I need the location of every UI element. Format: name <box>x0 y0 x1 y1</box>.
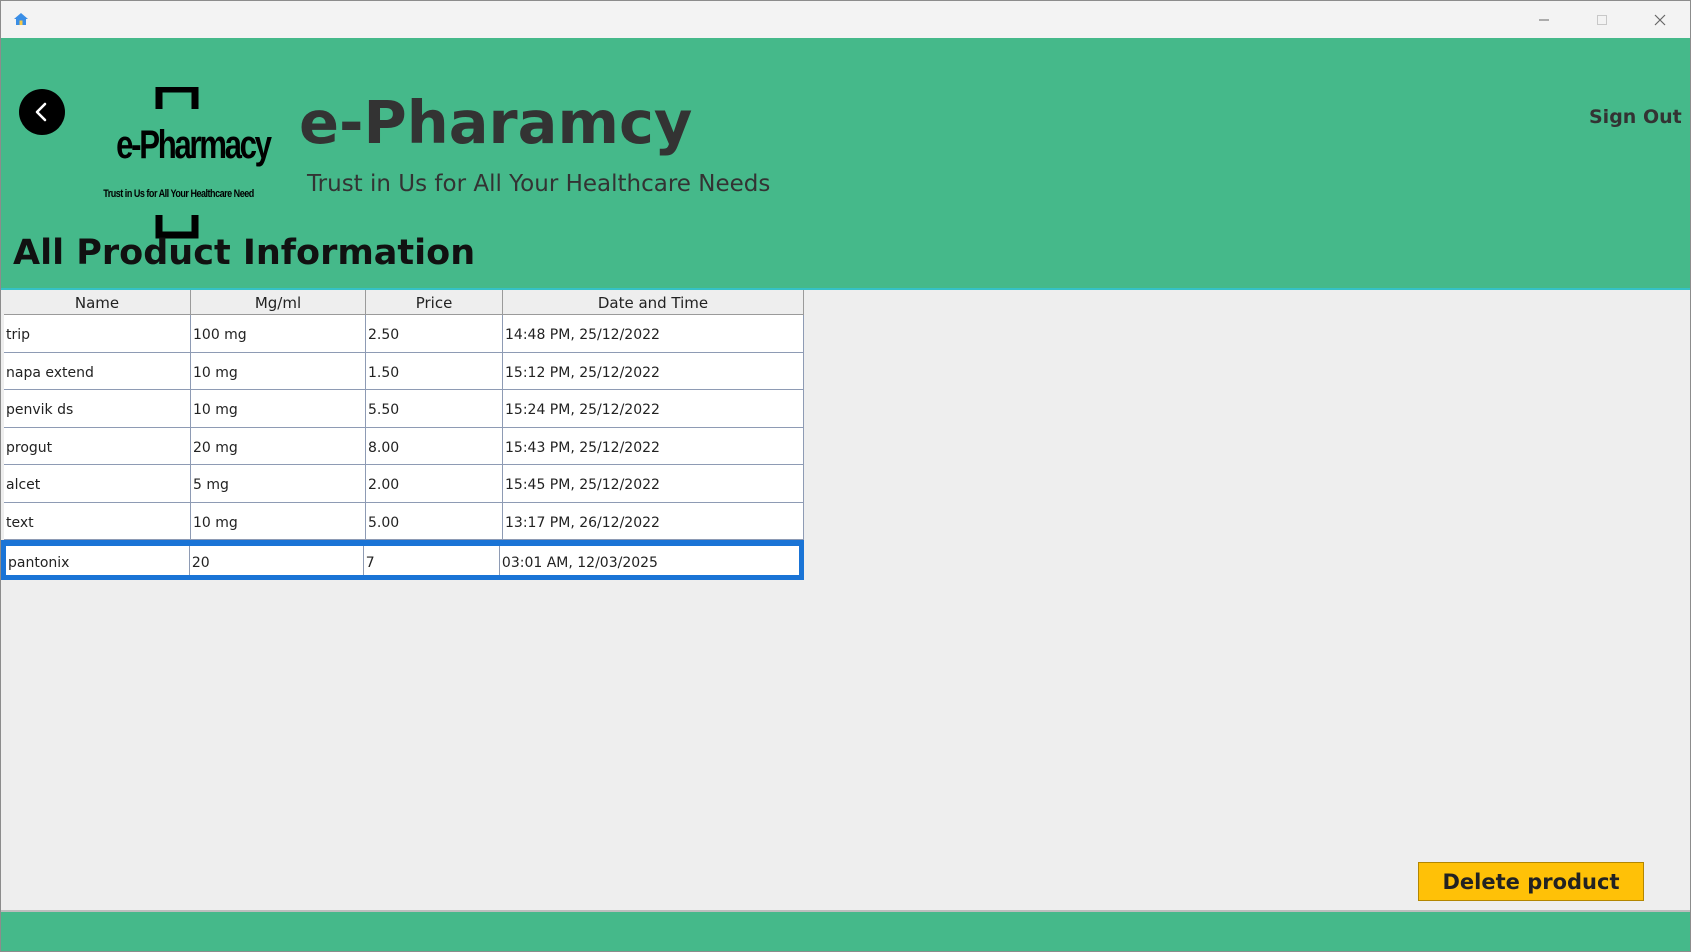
minimize-button[interactable] <box>1515 1 1573 38</box>
cell-mg-ml[interactable]: 20 mg <box>191 427 366 464</box>
cell-price[interactable]: 5.00 <box>366 502 503 539</box>
logo-tagline: Trust in Us for All Your Healthcare Need <box>103 188 254 200</box>
chevron-left-icon <box>35 102 47 122</box>
cell-name[interactable]: alcet <box>4 465 191 502</box>
table-row-selected[interactable]: pantonix 20 7 03:01 AM, 12/03/2025 <box>1 540 804 580</box>
cell-date-time[interactable]: 15:45 PM, 25/12/2022 <box>503 465 804 502</box>
logo-text: e-Pharmacy <box>116 123 272 167</box>
cell-name[interactable]: trip <box>4 315 191 352</box>
column-header-name[interactable]: Name <box>4 290 191 314</box>
column-header-price[interactable]: Price <box>366 290 503 314</box>
cell-mg-ml[interactable]: 5 mg <box>191 465 366 502</box>
cell-price[interactable]: 8.00 <box>366 427 503 464</box>
table-row[interactable]: penvik ds 10 mg 5.50 15:24 PM, 25/12/202… <box>4 390 804 428</box>
table-row[interactable]: progut 20 mg 8.00 15:43 PM, 25/12/2022 <box>4 427 804 465</box>
cell-name[interactable]: penvik ds <box>4 390 191 427</box>
cell-name[interactable]: progut <box>4 427 191 464</box>
maximize-button[interactable] <box>1573 1 1631 38</box>
table-header: Name Mg/ml Price Date and Time <box>4 290 804 315</box>
cell-price[interactable]: 5.50 <box>366 390 503 427</box>
table-row[interactable]: alcet 5 mg 2.00 15:45 PM, 25/12/2022 <box>4 465 804 503</box>
product-table: Name Mg/ml Price Date and Time trip 100 … <box>1 290 804 580</box>
close-icon <box>1654 14 1666 25</box>
close-button[interactable] <box>1631 1 1689 38</box>
column-header-date-time[interactable]: Date and Time <box>503 290 804 314</box>
maximize-icon <box>1597 14 1607 25</box>
delete-product-button[interactable]: Delete product <box>1418 862 1644 901</box>
title-bar <box>1 1 1690 38</box>
cell-date-time[interactable]: 15:24 PM, 25/12/2022 <box>503 390 804 427</box>
cell-price[interactable]: 2.50 <box>366 315 503 352</box>
header-panel: e-Pharmacy Trust in Us for All Your Heal… <box>1 38 1690 290</box>
table-row[interactable]: napa extend 10 mg 1.50 15:12 PM, 25/12/2… <box>4 352 804 390</box>
cell-date-time[interactable]: 15:43 PM, 25/12/2022 <box>503 427 804 464</box>
cell-mg-ml[interactable]: 10 mg <box>191 352 366 389</box>
page-title: All Product Information <box>13 233 476 273</box>
footer-bar <box>1 912 1690 951</box>
cell-date-time[interactable]: 03:01 AM, 12/03/2025 <box>500 546 799 575</box>
cell-date-time[interactable]: 14:48 PM, 25/12/2022 <box>503 315 804 352</box>
column-header-mg-ml[interactable]: Mg/ml <box>191 290 366 314</box>
sign-out-link[interactable]: Sign Out <box>1589 106 1682 128</box>
cell-price[interactable]: 7 <box>364 546 500 575</box>
minimize-icon <box>1539 19 1549 20</box>
brand-logo: e-Pharmacy Trust in Us for All Your Heal… <box>97 87 272 239</box>
table-row[interactable]: trip 100 mg 2.50 14:48 PM, 25/12/2022 <box>4 315 804 353</box>
cell-name[interactable]: napa extend <box>4 352 191 389</box>
home-icon <box>14 13 28 25</box>
cell-date-time[interactable]: 13:17 PM, 26/12/2022 <box>503 502 804 539</box>
back-button[interactable] <box>19 89 65 135</box>
brand-tagline: Trust in Us for All Your Healthcare Need… <box>307 171 771 197</box>
table-row[interactable]: text 10 mg 5.00 13:17 PM, 26/12/2022 <box>4 502 804 540</box>
cell-price[interactable]: 2.00 <box>366 465 503 502</box>
cell-date-time[interactable]: 15:12 PM, 25/12/2022 <box>503 352 804 389</box>
brand-title: e-Pharamcy <box>299 88 693 157</box>
cell-mg-ml[interactable]: 20 <box>190 546 364 575</box>
cell-name[interactable]: text <box>4 502 191 539</box>
cell-price[interactable]: 1.50 <box>366 352 503 389</box>
table-body: trip 100 mg 2.50 14:48 PM, 25/12/2022 na… <box>1 315 804 580</box>
cell-mg-ml[interactable]: 10 mg <box>191 390 366 427</box>
cell-mg-ml[interactable]: 100 mg <box>191 315 366 352</box>
cell-name[interactable]: pantonix <box>6 546 190 575</box>
cell-mg-ml[interactable]: 10 mg <box>191 502 366 539</box>
app-window: e-Pharmacy Trust in Us for All Your Heal… <box>0 0 1691 952</box>
